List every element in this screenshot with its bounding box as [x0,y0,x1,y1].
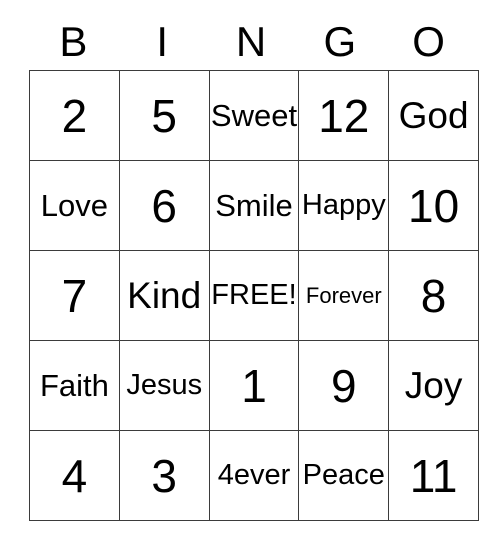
bingo-cell-label: Jesus [126,369,203,401]
bingo-cell-g1[interactable]: 12 [298,70,390,161]
bingo-cell-o2[interactable]: 10 [388,160,479,251]
bingo-cell-i4[interactable]: Jesus [118,340,210,431]
bingo-header-row: B I N G O [29,14,473,70]
bingo-row: 7 Kind FREE! Forever 8 [29,250,479,341]
bingo-cell-label: 4 [61,449,88,502]
bingo-cell-label: Forever [305,282,382,308]
bingo-cell-b2[interactable]: Love [29,160,120,251]
bingo-row: 2 5 Sweet 12 God [29,70,479,161]
bingo-header-letter-o: O [412,18,445,65]
bingo-cell-label: 4ever [217,459,291,491]
bingo-cell-i2[interactable]: 6 [118,160,210,251]
bingo-cell-label: 8 [420,269,447,322]
bingo-grid: 2 5 Sweet 12 God Love 6 Smile Happy 10 7… [29,70,479,521]
bingo-cell-label: Sweet [210,98,298,133]
bingo-row: 4 3 4ever Peace 11 [29,430,479,521]
bingo-cell-label: Happy [301,189,386,221]
bingo-header-letter-n: N [235,18,267,65]
bingo-cell-i5[interactable]: 3 [118,430,210,521]
bingo-header-letter-g: G [323,18,357,65]
bingo-cell-label: Joy [404,365,463,406]
bingo-cell-label: 7 [61,269,88,322]
bingo-cell-i3[interactable]: Kind [118,250,210,341]
bingo-cell-label: 11 [409,449,458,502]
bingo-cell-g2[interactable]: Happy [298,160,390,251]
bingo-cell-o4[interactable]: Joy [388,340,479,431]
bingo-cell-b4[interactable]: Faith [29,340,120,431]
bingo-cell-label: Faith [39,368,109,403]
bingo-cell-label: 10 [408,179,460,232]
bingo-cell-label: Peace [302,459,385,491]
bingo-cell-label: 9 [330,359,357,412]
bingo-cell-label: 3 [151,449,177,502]
bingo-cell-n5[interactable]: 4ever [208,430,300,521]
bingo-cell-label: 5 [151,89,177,142]
bingo-row: Love 6 Smile Happy 10 [29,160,479,251]
bingo-cell-label: 6 [151,179,177,232]
bingo-cell-o3[interactable]: 8 [388,250,479,341]
bingo-header-letter-i: I [156,18,169,65]
bingo-card: B I N G O 2 5 Sweet 12 God Love 6 Smile … [29,14,479,521]
bingo-cell-g5[interactable]: Peace [298,430,390,521]
bingo-cell-label: God [398,95,469,136]
bingo-free-space-label: FREE! [211,279,297,311]
bingo-cell-g3[interactable]: Forever [298,250,390,341]
bingo-cell-label: Love [40,188,109,223]
bingo-cell-n4[interactable]: 1 [208,340,300,431]
bingo-cell-free[interactable]: FREE! [208,250,300,341]
bingo-cell-label: Smile [215,188,293,223]
bingo-cell-o5[interactable]: 11 [388,430,479,521]
bingo-cell-b5[interactable]: 4 [29,430,120,521]
bingo-cell-label: Kind [127,275,202,316]
bingo-cell-o1[interactable]: God [388,70,479,161]
bingo-cell-label: 1 [241,359,267,412]
bingo-cell-n1[interactable]: Sweet [208,70,300,161]
bingo-cell-g4[interactable]: 9 [298,340,390,431]
bingo-cell-n2[interactable]: Smile [208,160,300,251]
bingo-header-letter-b: B [59,18,88,65]
bingo-cell-b3[interactable]: 7 [29,250,120,341]
bingo-cell-label: 2 [61,89,88,142]
bingo-row: Faith Jesus 1 9 Joy [29,340,479,431]
bingo-cell-b1[interactable]: 2 [29,70,120,161]
bingo-cell-i1[interactable]: 5 [118,70,210,161]
bingo-cell-label: 12 [318,89,370,142]
